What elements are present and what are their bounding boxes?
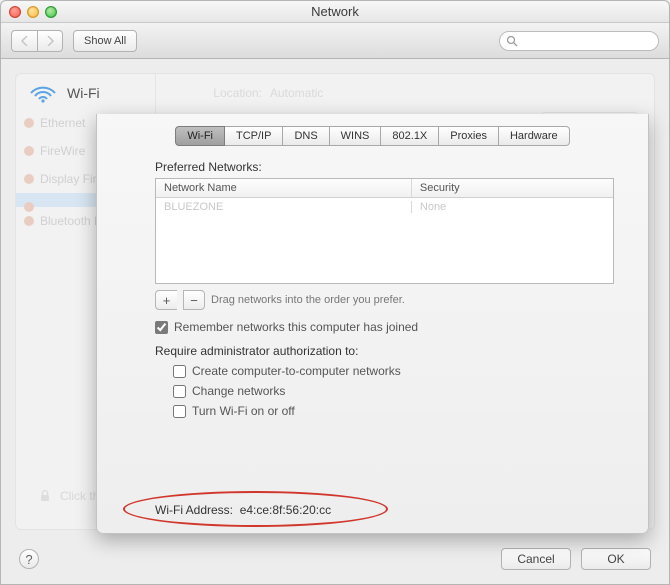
- zoom-icon[interactable]: [45, 6, 57, 18]
- col-network-name[interactable]: Network Name: [156, 179, 412, 197]
- ok-button[interactable]: OK: [581, 548, 651, 570]
- check-toggle-wifi[interactable]: Turn Wi-Fi on or off: [173, 404, 614, 418]
- search-field[interactable]: [499, 31, 659, 51]
- check-create-networks[interactable]: Create computer-to-computer networks: [173, 364, 614, 378]
- titlebar: Network: [1, 1, 669, 23]
- wifi-title: Wi-Fi: [67, 85, 100, 101]
- wifi-address-label: Wi-Fi Address:: [155, 503, 233, 517]
- wifi-address-value: e4:ce:8f:56:20:cc: [240, 503, 331, 517]
- col-security[interactable]: Security: [412, 179, 613, 197]
- drag-hint: Drag networks into the order you prefer.: [211, 294, 405, 306]
- minimize-icon[interactable]: [27, 6, 39, 18]
- tab-proxies[interactable]: Proxies: [439, 126, 499, 146]
- table-row[interactable]: BLUEZONE None: [156, 198, 613, 216]
- tab-tcpip[interactable]: TCP/IP: [225, 126, 283, 146]
- close-icon[interactable]: [9, 6, 21, 18]
- content-area: Ethernet FireWire Display FireWire Bluet…: [1, 59, 669, 584]
- remember-networks-checkbox[interactable]: Remember networks this computer has join…: [155, 320, 614, 334]
- tab-8021x[interactable]: 802.1X: [381, 126, 439, 146]
- footer: ? Cancel OK: [1, 534, 669, 584]
- tab-dns[interactable]: DNS: [283, 126, 329, 146]
- check-change-networks[interactable]: Change networks: [173, 384, 614, 398]
- advanced-sheet: Wi-Fi TCP/IP DNS WINS 802.1X Proxies Har…: [96, 114, 649, 534]
- remove-network-button[interactable]: −: [183, 290, 205, 310]
- search-input[interactable]: [524, 34, 652, 46]
- lock-icon: [38, 489, 52, 503]
- preferred-networks-label: Preferred Networks:: [155, 160, 614, 174]
- search-icon: [506, 35, 518, 47]
- window-title: Network: [1, 4, 669, 19]
- back-button[interactable]: [11, 30, 37, 52]
- cancel-button[interactable]: Cancel: [501, 548, 571, 570]
- network-window: Network Show All Ethernet FireWire Displ…: [0, 0, 670, 585]
- wifi-icon: [29, 83, 57, 103]
- help-button[interactable]: ?: [19, 549, 39, 569]
- toolbar: Show All: [1, 23, 669, 59]
- tab-hardware[interactable]: Hardware: [499, 126, 570, 146]
- tab-bar: Wi-Fi TCP/IP DNS WINS 802.1X Proxies Har…: [121, 126, 624, 146]
- tab-wins[interactable]: WINS: [330, 126, 382, 146]
- tab-wifi[interactable]: Wi-Fi: [175, 126, 225, 146]
- require-admin-label: Require administrator authorization to:: [155, 344, 614, 358]
- network-list[interactable]: Network Name Security BLUEZONE None: [155, 178, 614, 284]
- wifi-address: Wi-Fi Address: e4:ce:8f:56:20:cc: [155, 503, 331, 517]
- add-network-button[interactable]: +: [155, 290, 177, 310]
- wifi-header: Wi-Fi: [29, 83, 100, 103]
- nav-group: [11, 30, 63, 52]
- show-all-button[interactable]: Show All: [73, 30, 137, 52]
- traffic-lights: [9, 6, 57, 18]
- forward-button[interactable]: [37, 30, 63, 52]
